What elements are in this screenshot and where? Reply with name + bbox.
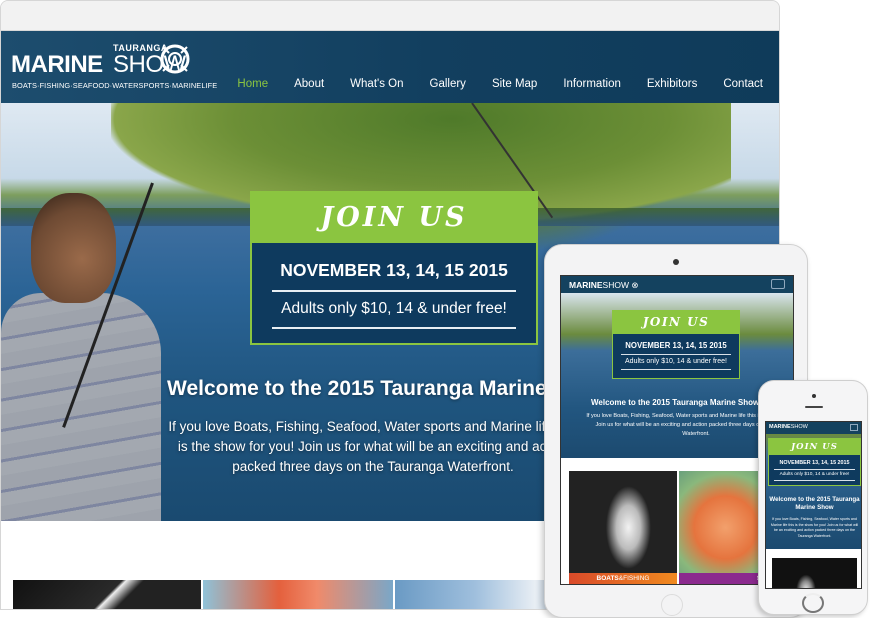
phone-home-button	[802, 593, 824, 613]
tile-boats-fishing[interactable]: BOATS&FISHING	[569, 471, 677, 584]
tablet-home-button	[661, 594, 683, 616]
site-header: TAURANGA MARINE SHOW BOATS·FISHING·SEAFO…	[1, 31, 779, 103]
event-dates: NOVEMBER 13, 14, 15 2015	[280, 260, 508, 280]
phone-join-heading: JOIN US	[769, 439, 860, 455]
tablet-site-header: MARINESHOW ⊗	[561, 276, 793, 293]
phone-site-header: MARINESHOW	[766, 422, 861, 434]
tile-label-bold: BOATS	[596, 575, 619, 582]
divider	[272, 290, 516, 292]
gallery-tile-boats[interactable]	[13, 580, 201, 609]
tablet-logo-marine: MARINE	[569, 280, 603, 290]
nav-contact[interactable]: Contact	[723, 78, 763, 90]
phone-device: MARINESHOW JOIN US NOVEMBER 13, 14, 15 2…	[758, 380, 868, 615]
phone-event-dates: NOVEMBER 13, 14, 15 2015	[779, 460, 850, 466]
lifebuoy-icon	[160, 44, 190, 74]
tablet-logo[interactable]: MARINESHOW ⊗	[569, 280, 638, 291]
phone-join-us-box[interactable]: JOIN US NOVEMBER 13, 14, 15 2015 Adults …	[768, 438, 861, 486]
divider	[774, 480, 855, 481]
tablet-logo-show: SHOW	[602, 280, 629, 290]
nav-home[interactable]: Home	[237, 78, 268, 90]
main-nav: Home About What's On Gallery Site Map In…	[211, 78, 763, 90]
tablet-join-heading: JOIN US	[613, 311, 739, 334]
tablet-camera	[673, 259, 679, 265]
fisherman-shirt	[1, 293, 161, 521]
phone-logo-marine: MARINE	[769, 424, 791, 430]
tablet-ticket-price: Adults only $10, 14 & under free!	[625, 358, 727, 365]
tile-label-rest: &FISHING	[618, 575, 650, 582]
phone-intro-text: If you love Boats, Fishing, Seafood, Wat…	[770, 517, 859, 538]
divider	[774, 469, 855, 470]
divider	[272, 327, 516, 329]
tile-label: BOATS&FISHING	[569, 573, 677, 584]
phone-logo-show: SHOW	[790, 424, 808, 430]
divider	[621, 354, 731, 355]
join-us-box[interactable]: JOIN US NOVEMBER 13, 14, 15 2015 Adults …	[250, 191, 538, 345]
phone-speaker	[805, 406, 823, 408]
tablet-event-dates: NOVEMBER 13, 14, 15 2015	[625, 341, 727, 350]
lifebuoy-icon: ⊗	[631, 280, 639, 290]
divider	[621, 369, 731, 370]
browser-toolbar	[1, 1, 779, 31]
phone-welcome-heading: Welcome to the 2015 Tauranga Marine Show	[769, 496, 860, 511]
phone-ticket-price: Adults only $10, 14 & under free!	[779, 472, 850, 477]
hamburger-menu-icon[interactable]	[850, 424, 858, 431]
fisherman-head	[31, 193, 116, 303]
intro-text: If you love Boats, Fishing, Seafood, Wat…	[168, 419, 578, 474]
phone-camera	[812, 394, 816, 398]
nav-exhibitors[interactable]: Exhibitors	[647, 78, 698, 90]
join-us-heading: JOIN US	[252, 193, 536, 243]
gallery-tile-seafood[interactable]	[203, 580, 393, 609]
ticket-price: Adults only $10, 14 & under free!	[281, 300, 507, 317]
phone-screen: MARINESHOW JOIN US NOVEMBER 13, 14, 15 2…	[765, 421, 862, 589]
tablet-join-us-box[interactable]: JOIN US NOVEMBER 13, 14, 15 2015 Adults …	[612, 310, 740, 379]
nav-whats-on[interactable]: What's On	[350, 78, 403, 90]
nav-gallery[interactable]: Gallery	[430, 78, 466, 90]
nav-information[interactable]: Information	[563, 78, 621, 90]
tablet-welcome-heading: Welcome to the 2015 Tauranga Marine Show	[591, 398, 760, 407]
nav-about[interactable]: About	[294, 78, 324, 90]
logo-marine: MARINE	[11, 51, 103, 78]
phone-logo[interactable]: MARINESHOW	[769, 424, 808, 430]
nav-site-map[interactable]: Site Map	[492, 78, 537, 90]
logo-tagline: BOATS·FISHING·SEAFOOD·WATERSPORTS·MARINE…	[12, 81, 218, 90]
welcome-heading: Welcome to the 2015 Tauranga Marine Show	[167, 377, 609, 400]
phone-tile-boats[interactable]	[772, 558, 857, 588]
hero-fisherman-image	[1, 182, 181, 521]
phone-hero: JOIN US NOVEMBER 13, 14, 15 2015 Adults …	[766, 434, 861, 549]
responsive-mockup: TAURANGA MARINE SHOW BOATS·FISHING·SEAFO…	[0, 0, 870, 618]
hamburger-menu-icon[interactable]	[771, 279, 785, 289]
